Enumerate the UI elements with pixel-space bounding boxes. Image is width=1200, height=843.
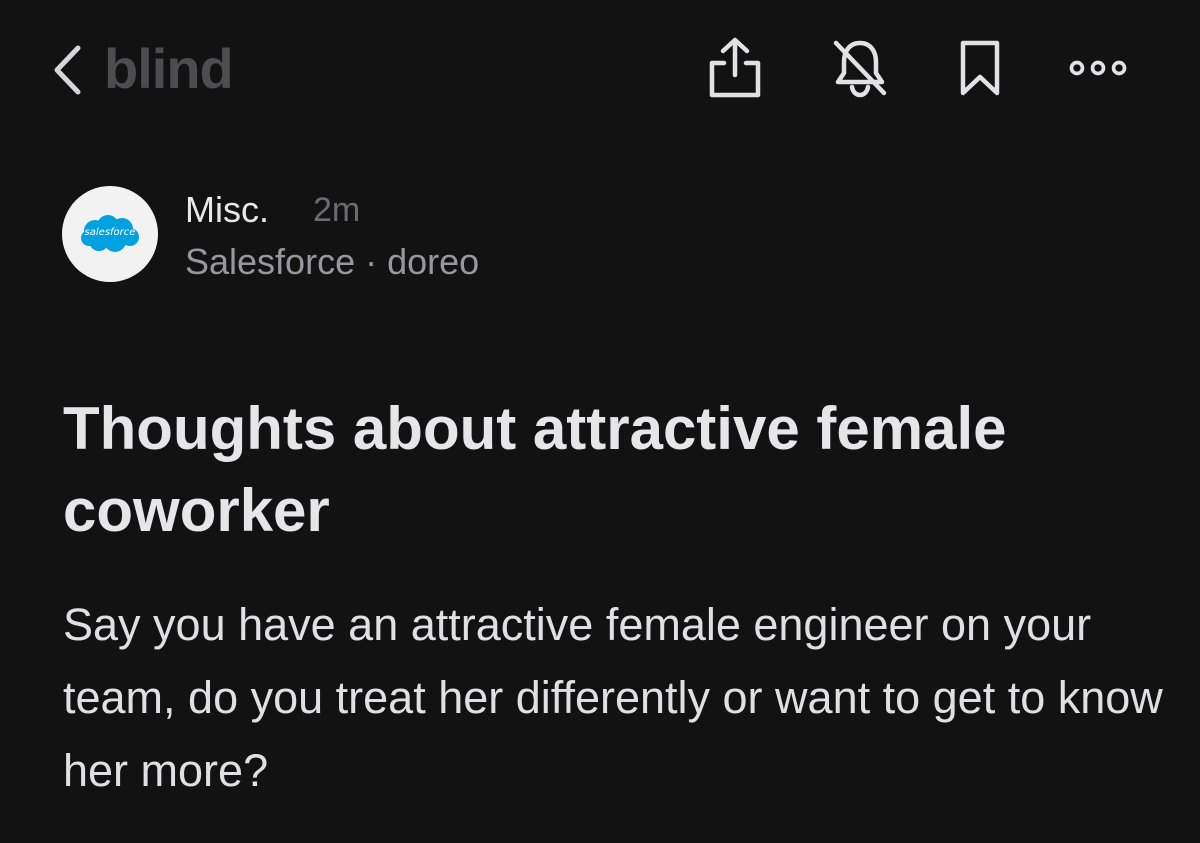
company-avatar[interactable]: salesforce	[62, 186, 158, 282]
channel-name[interactable]: Misc.	[185, 188, 269, 232]
bookmark-icon	[960, 40, 1000, 96]
salesforce-logo-text: salesforce	[84, 227, 136, 238]
post-title: Thoughts about attractive female coworke…	[63, 395, 1007, 544]
salesforce-logo: salesforce	[79, 214, 141, 254]
share-icon	[709, 37, 761, 98]
bookmark-button[interactable]	[948, 36, 1012, 100]
back-button[interactable]	[44, 40, 90, 100]
notifications-button[interactable]	[828, 36, 892, 100]
bell-off-icon	[833, 40, 887, 98]
post-body: Say you have an attractive female engine…	[63, 599, 1163, 796]
more-options-button[interactable]	[1066, 36, 1130, 100]
top-navigation-bar: blind	[0, 0, 1200, 140]
app-logo[interactable]: blind	[104, 36, 234, 102]
author-company-line[interactable]: Salesforce · doreo	[185, 240, 479, 284]
post-author-block: salesforce Misc. 2m Salesforce · doreo	[62, 184, 762, 288]
post-timestamp: 2m	[313, 191, 361, 229]
chevron-left-icon	[54, 45, 81, 95]
share-button[interactable]	[703, 36, 767, 100]
more-horizontal-icon	[1069, 60, 1127, 76]
